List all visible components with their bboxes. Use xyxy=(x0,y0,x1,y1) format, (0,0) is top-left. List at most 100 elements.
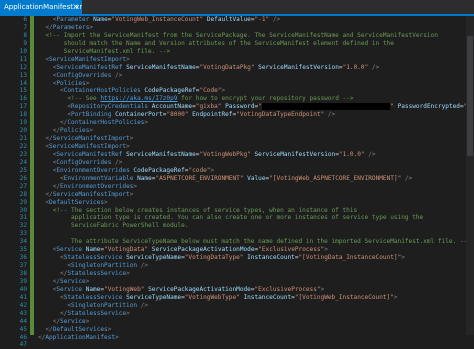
code-line[interactable]: 8 <!-- Import the ServiceManifest from t… xyxy=(0,32,474,40)
close-icon[interactable]: × xyxy=(72,0,79,14)
line-number: 17 xyxy=(19,103,27,111)
code-line[interactable]: 34 The attribute ServiceTypeName below m… xyxy=(0,238,474,246)
line-code: <Policies> xyxy=(38,80,474,88)
code-line[interactable]: 41 <StatelessService ServiceTypeName="Vo… xyxy=(0,294,474,302)
code-line[interactable]: 47 xyxy=(0,341,474,349)
code-token: > xyxy=(126,143,130,150)
code-line[interactable]: 30 <!-- The section below creates instan… xyxy=(0,207,474,215)
code-token: <!-- See xyxy=(67,95,101,103)
code-line[interactable]: 26 <EnvironmentVariable Name="ASPNETCORE… xyxy=(0,175,474,183)
line-code: <ServiceManifestRef ServiceManifestName=… xyxy=(38,151,474,159)
code-token: /> xyxy=(269,16,281,23)
line-number: 40 xyxy=(19,285,27,293)
line-number: 19 xyxy=(19,119,27,127)
line-code: <StatelessService ServiceTypeName="Votin… xyxy=(38,254,474,262)
code-line[interactable]: 45 </DefaultServices> xyxy=(0,326,474,334)
code-line[interactable]: 7 </Parameters> xyxy=(0,24,474,32)
code-token: StatelessService xyxy=(63,293,123,301)
code-token: </ xyxy=(52,317,61,325)
code-token: > xyxy=(85,277,90,285)
code-line[interactable]: 27 </EnvironmentOverrides> xyxy=(0,183,474,191)
code-editor[interactable]: 6 <Parameter Name="VotingWeb_InstanceCou… xyxy=(0,16,474,348)
code-token: should match the Name and Version attrib… xyxy=(38,39,394,47)
line-number: 31 xyxy=(19,214,27,222)
code-line[interactable]: 16 <!-- See https://aka.ms/I7z0p9 for ho… xyxy=(0,95,474,103)
code-line[interactable]: 43 </StatelessService> xyxy=(0,310,474,318)
code-token: > xyxy=(129,135,134,143)
code-line[interactable]: 18 <PortBinding ContainerPort="8000" End… xyxy=(0,111,474,119)
line-number: 9 xyxy=(23,39,27,47)
code-line[interactable]: 12 <ServiceManifestRef ServiceManifestNa… xyxy=(0,64,474,72)
code-line[interactable]: 37 <SingletonPartition /> xyxy=(0,262,474,270)
code-line[interactable]: 44 </Service> xyxy=(0,318,474,326)
code-token: > xyxy=(85,79,90,87)
code-line[interactable]: 21 </ServiceManifestImport> xyxy=(0,135,474,143)
code-token: "ASPNETCORE_ENVIRONMENT" xyxy=(155,174,244,182)
code-line[interactable]: 14 <Policies> xyxy=(0,80,474,88)
scrollbar-thumb[interactable] xyxy=(467,36,473,156)
line-number: 41 xyxy=(19,293,27,301)
code-line[interactable]: 29 <DefaultServices> xyxy=(0,199,474,207)
line-code: <ConfigOverrides /> xyxy=(38,159,474,167)
line-number: 25 xyxy=(19,166,27,174)
code-token: ContainerHostPolicies xyxy=(63,87,141,95)
code-token: ServiceManifestImport xyxy=(52,135,130,143)
line-number: 27 xyxy=(19,182,27,190)
code-token: "ExclusiveProcess" xyxy=(254,285,321,293)
line-number: 32 xyxy=(19,222,27,230)
code-line[interactable]: 33 xyxy=(0,230,474,238)
code-line[interactable]: 15 <ContainerHostPolicies CodePackageRef… xyxy=(0,87,474,95)
code-line[interactable]: 17 <RepositoryCredentials AccountName="g… xyxy=(0,103,474,111)
code-line[interactable]: 35 <Service Name="VotingData" ServicePac… xyxy=(0,246,474,254)
code-line[interactable]: 19 </ContainerHostPolicies> xyxy=(0,119,474,127)
code-token: "VotingWeb" xyxy=(104,285,145,293)
code-lines: 6 <Parameter Name="VotingWeb_InstanceCou… xyxy=(0,16,474,349)
code-token: The attribute ServiceTypeName below must… xyxy=(38,238,471,246)
code-line[interactable]: 9 should match the Name and Version attr… xyxy=(0,40,474,48)
code-token: Service xyxy=(56,285,83,293)
tab-application-manifest[interactable]: ApplicationManifest.xml × xyxy=(0,0,82,14)
code-token: /> xyxy=(111,71,123,79)
line-number: 6 xyxy=(23,16,27,23)
code-token: Name xyxy=(137,174,152,182)
code-token: "VotingWebType" xyxy=(184,293,240,301)
code-line[interactable]: 28 </ServiceManifestImport> xyxy=(0,191,474,199)
code-line[interactable]: 23 <ServiceManifestRef ServiceManifestNa… xyxy=(0,151,474,159)
line-number: 11 xyxy=(19,55,27,63)
code-token: Service xyxy=(60,317,86,325)
code-line[interactable]: 42 <SingletonPartition /> xyxy=(0,302,474,310)
code-line[interactable]: 22 <ServiceManifestImport> xyxy=(0,143,474,151)
line-code: <ServiceManifestRef ServiceManifestName=… xyxy=(38,64,474,72)
code-token: AccountName xyxy=(151,103,193,111)
code-token: > xyxy=(210,166,215,174)
code-token: ServicePackageActivationMode xyxy=(148,285,251,293)
code-line[interactable]: 25 <EnvironmentOverrides CodePackageRef=… xyxy=(0,167,474,175)
line-code: </ContainerHostPolicies> xyxy=(38,119,474,127)
line-number: 28 xyxy=(19,190,27,198)
code-line[interactable]: 24 <ConfigOverrides /> xyxy=(0,159,474,167)
code-token: "Code" xyxy=(199,87,222,95)
code-line[interactable]: 32 ServiceFabric PowerShell module. xyxy=(0,222,474,230)
line-number: 12 xyxy=(19,63,27,71)
vertical-scrollbar[interactable] xyxy=(466,16,474,335)
code-line[interactable]: 10 ServiceManifest.xml file. --> xyxy=(0,48,474,56)
line-code: <SingletonPartition /> xyxy=(38,262,474,270)
code-line[interactable]: 11 <ServiceManifestImport> xyxy=(0,56,474,64)
code-token: ServiceManifestRef xyxy=(56,150,123,158)
code-line[interactable]: 38 </StatelessService> xyxy=(0,270,474,278)
code-token: > xyxy=(85,317,90,325)
code-line[interactable]: 6 <Parameter Name="VotingWeb_InstanceCou… xyxy=(0,16,474,24)
code-line[interactable]: 36 <StatelessService ServiceTypeName="Vo… xyxy=(0,254,474,262)
code-line[interactable]: 20 </Policies> xyxy=(0,127,474,135)
code-token: ServiceManifestName xyxy=(126,63,196,71)
code-line[interactable]: 13 <ConfigOverrides /> xyxy=(0,72,474,80)
code-token: InstanceCount xyxy=(243,293,292,301)
code-line[interactable]: 31 application type is created. You can … xyxy=(0,214,474,222)
code-token: > xyxy=(133,182,138,190)
code-line[interactable]: 40 <Service Name="VotingWeb" ServicePack… xyxy=(0,286,474,294)
code-line[interactable]: 39 </Service> xyxy=(0,278,474,286)
